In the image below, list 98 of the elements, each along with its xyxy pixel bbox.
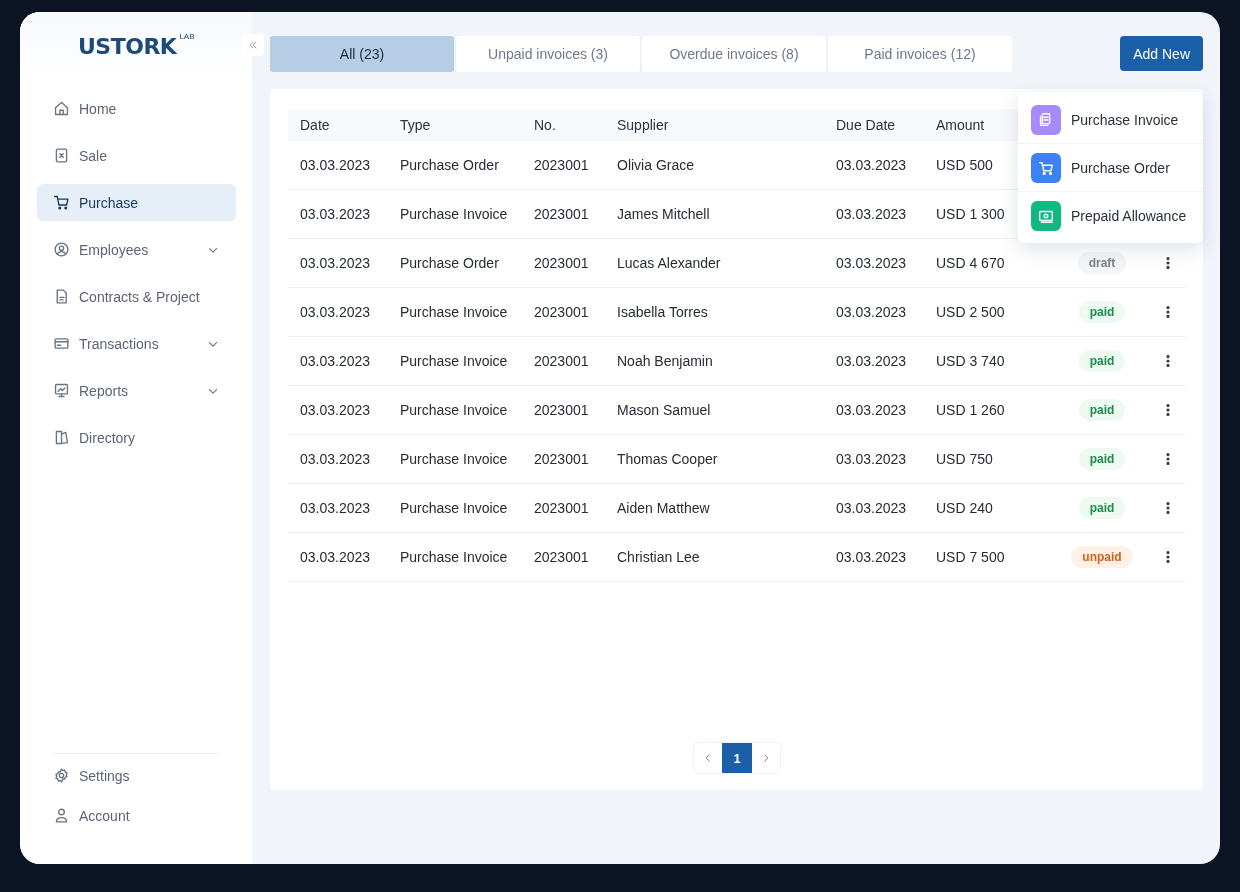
status-badge: paid — [1078, 497, 1126, 519]
table-cell-text: Purchase Invoice — [399, 402, 509, 418]
table-cell-text: 03.03.2023 — [835, 304, 908, 320]
table-cell-text: Purchase Invoice — [399, 549, 509, 565]
status-badge: paid — [1078, 448, 1126, 470]
table-cell-text: Purchase Invoice — [399, 206, 509, 222]
sidebar-item[interactable]: Settings — [37, 757, 236, 794]
menu-item-label: Purchase Order — [1071, 159, 1170, 176]
sidebar-item[interactable]: Sale — [37, 137, 236, 174]
filter-tab[interactable]: All (23) — [270, 36, 454, 72]
table-cell-text: USD 4 670 — [935, 255, 1006, 271]
column-header: Supplier — [616, 117, 670, 133]
book-icon — [53, 429, 70, 446]
table-cell-text: Purchase Invoice — [399, 500, 509, 516]
sidebar-item[interactable]: Directory — [37, 419, 236, 456]
table-cell-text: Olivia Grace — [616, 157, 696, 173]
table-cell-text: 2023001 — [533, 157, 590, 173]
table-cell-text: USD 1 260 — [935, 402, 1006, 418]
table-cell-text: 03.03.2023 — [299, 353, 372, 369]
table-cell-text: 03.03.2023 — [299, 402, 372, 418]
status-badge: paid — [1078, 350, 1126, 372]
table-cell-text: 03.03.2023 — [299, 206, 372, 222]
column-header: No. — [533, 117, 557, 133]
page-button[interactable]: 1 — [722, 743, 752, 773]
status-badge: paid — [1078, 399, 1126, 421]
table-cell-text: 03.03.2023 — [835, 451, 908, 467]
table-cell-text: 03.03.2023 — [835, 500, 908, 516]
add-new-button[interactable]: Add New — [1120, 36, 1203, 71]
table-cell-text: 2023001 — [533, 451, 590, 467]
table-cell-text: USD 750 — [935, 451, 994, 467]
table-cell-text: 03.03.2023 — [299, 549, 372, 565]
table-cell-text: Christian Lee — [616, 549, 701, 565]
table-cell-text: USD 1 300 — [935, 206, 1006, 222]
table-cell-text: 2023001 — [533, 206, 590, 222]
receipt-icon — [53, 147, 70, 164]
table-cell-text: 2023001 — [533, 255, 590, 271]
column-header: Date — [299, 117, 331, 133]
table-cell-text: USD 2 500 — [935, 304, 1006, 320]
table-cell-text: 03.03.2023 — [299, 304, 372, 320]
table-cell-text: Purchase Invoice — [399, 353, 509, 369]
table-cell-text: 03.03.2023 — [299, 157, 372, 173]
menu-item-label: Prepaid Allowance — [1071, 207, 1187, 224]
table-cell-text: USD 3 740 — [935, 353, 1006, 369]
table-cell-text: 2023001 — [533, 304, 590, 320]
filter-tab[interactable]: Unpaid invoices (3) — [456, 36, 640, 72]
sidebar-item[interactable]: Purchase — [37, 184, 236, 221]
person-icon — [53, 807, 70, 824]
cart-icon — [53, 194, 70, 211]
table-cell-text: 03.03.2023 — [835, 402, 908, 418]
column-header: Amount — [935, 117, 986, 133]
table-cell-text: USD 500 — [935, 157, 994, 173]
table-cell-text: 03.03.2023 — [835, 157, 908, 173]
table-cell-text: Mason Samuel — [616, 402, 712, 418]
sidebar-item[interactable]: Employees — [37, 231, 236, 268]
table-cell-text: 03.03.2023 — [835, 549, 908, 565]
table-cell-text: Purchase Invoice — [399, 304, 509, 320]
home-icon — [53, 100, 70, 117]
table-cell-text: Thomas Cooper — [616, 451, 719, 467]
table-cell-text: 03.03.2023 — [835, 206, 908, 222]
logo-suffix: LAB — [179, 32, 195, 41]
table-cell-text: Purchase Invoice — [399, 451, 509, 467]
column-header: Type — [399, 117, 432, 133]
logo-text: USTORK — [78, 33, 177, 59]
sidebar-item[interactable]: Transactions — [37, 325, 236, 362]
user-circle-icon — [53, 241, 70, 258]
table-cell-text: USD 240 — [935, 500, 994, 516]
table-cell-text: 03.03.2023 — [299, 451, 372, 467]
table-cell-text: James Mitchell — [616, 206, 711, 222]
table-cell-text: 03.03.2023 — [299, 500, 372, 516]
status-badge: unpaid — [1071, 546, 1133, 568]
menu-item-label: Purchase Invoice — [1071, 111, 1179, 128]
table-cell-text: 2023001 — [533, 549, 590, 565]
double-chevron-left-icon — [247, 39, 259, 51]
filter-tab[interactable]: Overdue invoices (8) — [642, 36, 826, 72]
table-cell-text: 03.03.2023 — [299, 255, 372, 271]
table-cell-text: Purchase Order — [399, 255, 500, 271]
column-header: Due Date — [835, 117, 897, 133]
table-cell-text: Noah Benjamin — [616, 353, 714, 369]
table-cell-text: USD 7 500 — [935, 549, 1006, 565]
card-icon — [53, 335, 70, 352]
sidebar-item[interactable]: Account — [37, 797, 236, 834]
table-cell-text: 2023001 — [533, 353, 590, 369]
table-cell-text: 03.03.2023 — [835, 353, 908, 369]
filter-tab[interactable]: Paid invoices (12) — [828, 36, 1012, 72]
settings-icon — [53, 767, 70, 784]
table-cell-text: Isabella Torres — [616, 304, 709, 320]
table-cell-text: Aiden Matthew — [616, 500, 711, 516]
table-cell-text: 2023001 — [533, 500, 590, 516]
status-badge: draft — [1077, 252, 1127, 274]
table-cell-text: Purchase Order — [399, 157, 500, 173]
sidebar-item[interactable]: Contracts & Project — [37, 278, 236, 315]
table-cell-text: 03.03.2023 — [835, 255, 908, 271]
sidebar-item[interactable]: Reports — [37, 372, 236, 409]
status-badge: paid — [1078, 301, 1126, 323]
table-cell-text: Lucas Alexander — [616, 255, 722, 271]
sidebar-item[interactable]: Home — [37, 90, 236, 127]
table-cell-text: 2023001 — [533, 402, 590, 418]
chart-board-icon — [53, 382, 70, 399]
